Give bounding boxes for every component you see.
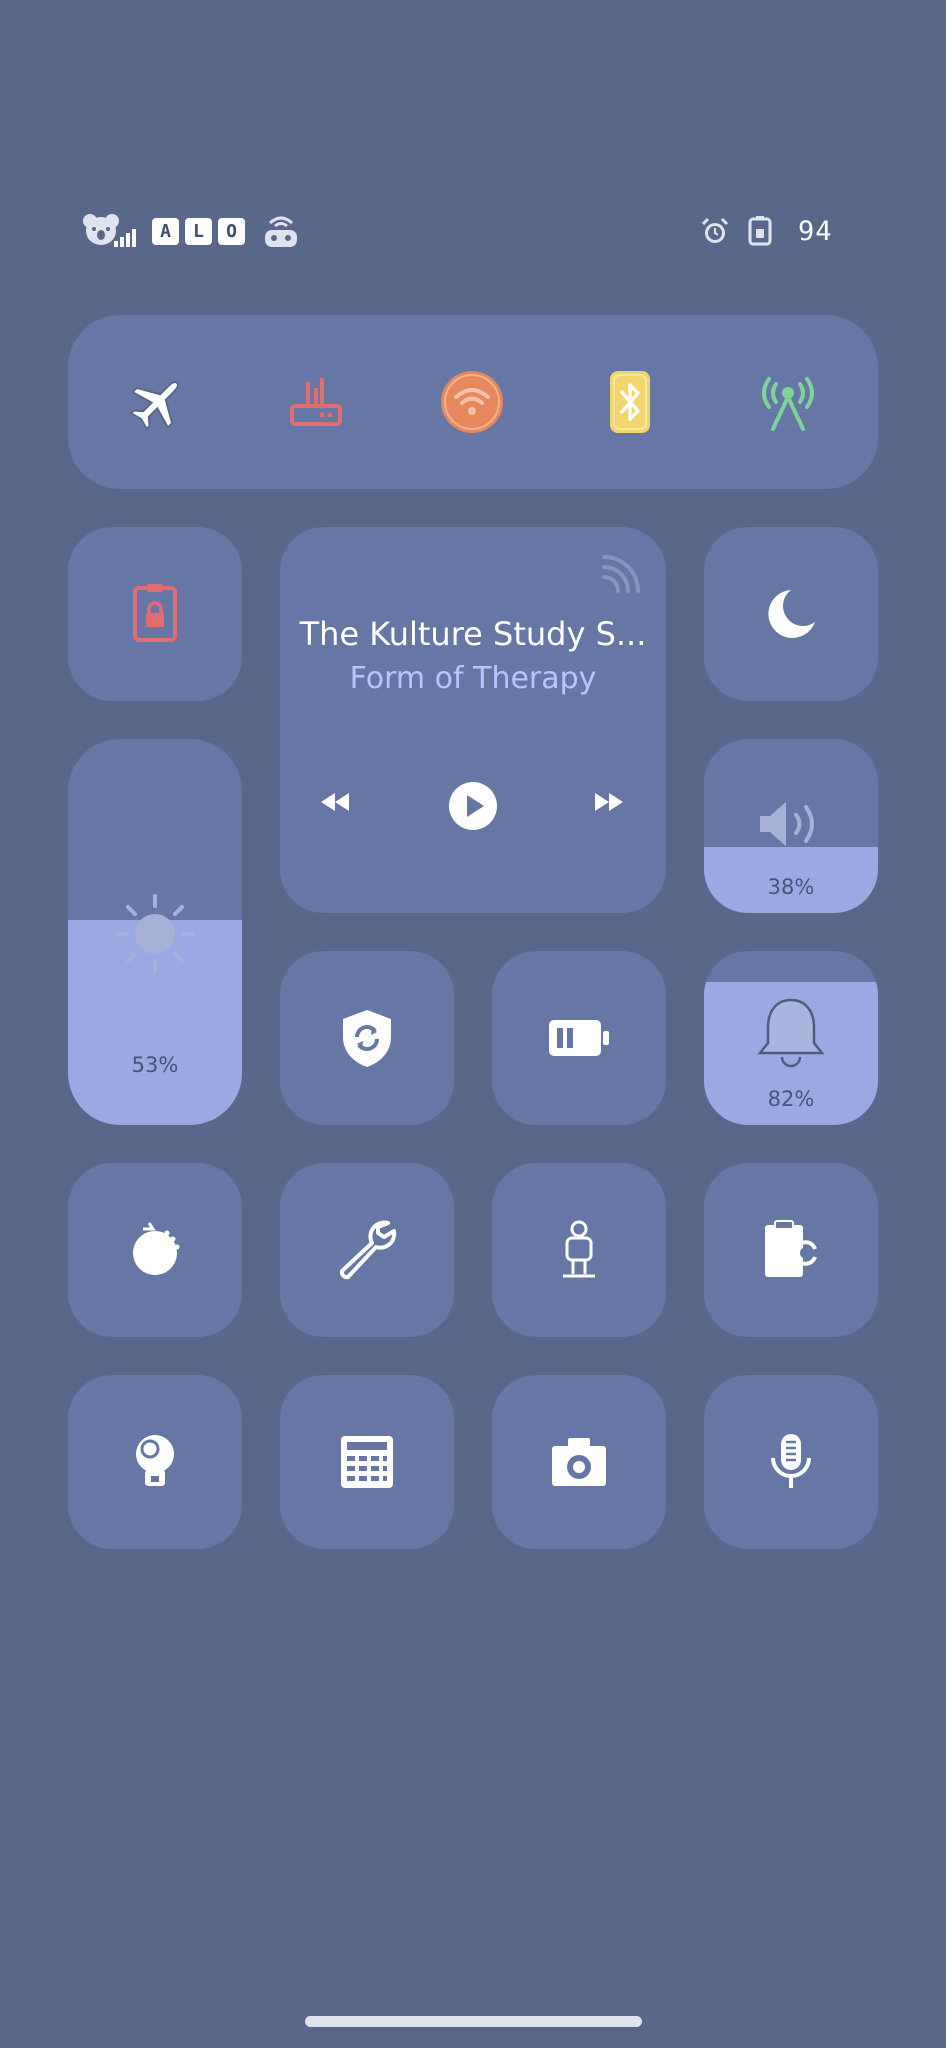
lock-rotation-icon bbox=[131, 584, 179, 644]
letter-o-icon: O bbox=[218, 217, 245, 245]
letter-a-icon: A bbox=[152, 217, 179, 245]
home-indicator[interactable] bbox=[305, 2016, 642, 2027]
play-icon[interactable] bbox=[448, 781, 498, 831]
moon-icon bbox=[761, 584, 821, 644]
accessibility-tile[interactable] bbox=[492, 1163, 666, 1337]
airplay-icon[interactable] bbox=[600, 555, 640, 595]
wifi-toggle[interactable] bbox=[430, 360, 514, 444]
antenna-icon bbox=[757, 371, 819, 433]
vpn-tile[interactable] bbox=[280, 951, 454, 1125]
media-player: The Kulture Study S... Form of Therapy bbox=[280, 527, 666, 913]
battery-icon bbox=[547, 1018, 611, 1058]
do-not-disturb-tile[interactable] bbox=[704, 527, 878, 701]
fast-forward-icon[interactable] bbox=[592, 789, 626, 815]
sun-icon bbox=[113, 892, 197, 976]
status-bar: A L O 94 bbox=[0, 205, 946, 257]
volume-slider[interactable]: 38% bbox=[704, 739, 878, 913]
airplane-mode-toggle[interactable] bbox=[116, 360, 200, 444]
letter-l-icon: L bbox=[185, 217, 212, 245]
timer-tile[interactable] bbox=[68, 1163, 242, 1337]
koala-signal-icon bbox=[82, 205, 138, 257]
airplane-icon bbox=[127, 371, 189, 433]
microphone-icon bbox=[768, 1432, 814, 1492]
artist-name: Form of Therapy bbox=[349, 661, 597, 696]
tools-tile[interactable] bbox=[280, 1163, 454, 1337]
calculator-tile[interactable] bbox=[280, 1375, 454, 1549]
bell-icon bbox=[756, 997, 826, 1073]
lightbulb-icon bbox=[132, 1432, 178, 1492]
battery-level: 94 bbox=[798, 215, 833, 247]
brightness-slider[interactable]: 53% bbox=[68, 739, 242, 1125]
bluetooth-icon bbox=[608, 369, 652, 435]
volume-label: 38% bbox=[767, 875, 815, 899]
rewind-icon[interactable] bbox=[318, 789, 352, 815]
brightness-label: 53% bbox=[131, 1053, 179, 1077]
flashlight-tile[interactable] bbox=[68, 1375, 242, 1549]
alarm-icon bbox=[700, 205, 730, 257]
track-title: The Kulture Study S... bbox=[299, 615, 647, 653]
router-toggle[interactable] bbox=[274, 360, 358, 444]
router-icon bbox=[286, 372, 346, 432]
calculator-icon bbox=[339, 1434, 395, 1490]
rotation-lock-tile[interactable] bbox=[68, 527, 242, 701]
camera-icon bbox=[550, 1436, 608, 1488]
robot-icon bbox=[262, 205, 300, 257]
camera-tile[interactable] bbox=[492, 1375, 666, 1549]
timer-icon bbox=[127, 1221, 183, 1279]
person-icon bbox=[559, 1220, 599, 1280]
connectivity-panel bbox=[68, 315, 878, 489]
wifi-icon bbox=[439, 369, 505, 435]
battery-saver-tile[interactable] bbox=[492, 951, 666, 1125]
cellular-data-toggle[interactable] bbox=[746, 360, 830, 444]
speaker-icon bbox=[756, 799, 828, 849]
shield-sync-icon bbox=[339, 1007, 395, 1069]
wrench-icon bbox=[336, 1219, 398, 1281]
bluetooth-toggle[interactable] bbox=[588, 360, 672, 444]
carrier-letters: A L O bbox=[152, 205, 251, 257]
clipboard-sync-tile[interactable] bbox=[704, 1163, 878, 1337]
clipboard-sync-icon bbox=[761, 1219, 821, 1281]
battery-small-icon bbox=[748, 205, 772, 257]
voice-memos-tile[interactable] bbox=[704, 1375, 878, 1549]
ringer-label: 82% bbox=[767, 1087, 815, 1111]
ringer-slider[interactable]: 82% bbox=[704, 951, 878, 1125]
